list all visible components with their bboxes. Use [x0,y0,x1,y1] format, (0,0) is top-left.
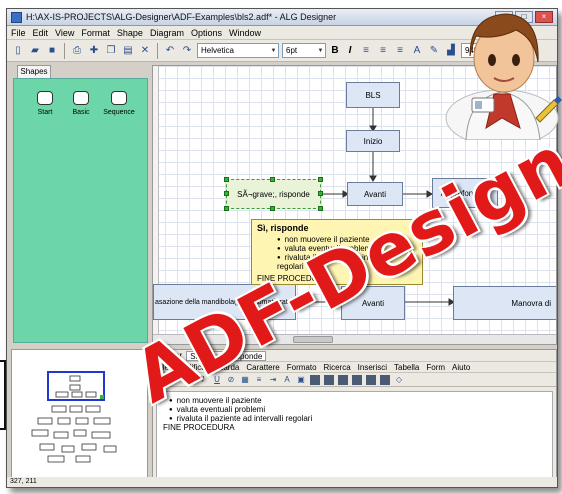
node-bls[interactable]: BLS [346,82,400,108]
editor-menu-tabella[interactable]: Tabella [394,363,419,372]
color-icon[interactable]: A [282,375,292,385]
editor-menu-ricerca[interactable]: Ricerca [324,363,351,372]
selection-handle[interactable] [224,206,229,211]
add-icon[interactable]: ✚ [87,44,101,58]
node-manovra[interactable]: Manovra di [453,286,556,320]
table-insert-icon[interactable] [310,374,320,385]
menu-shape[interactable]: Shape [117,28,143,38]
menu-options[interactable]: Options [191,28,222,38]
source-code-icon[interactable]: ◇ [394,375,404,385]
table-delete-icon[interactable] [380,374,390,385]
shapes-palette: Start Basic Sequence [13,78,148,343]
editor-menu-aiuto[interactable]: Aiuto [452,363,470,372]
menu-edit[interactable]: Edit [33,28,49,38]
align-center-icon[interactable]: ≡ [376,44,390,58]
shapes-tab[interactable]: Shapes [17,65,51,78]
menu-window[interactable]: Window [229,28,261,38]
table-row-icon[interactable] [324,374,334,385]
arrow-head [369,175,377,182]
selection-handle[interactable] [270,206,275,211]
selection-handle[interactable] [224,177,229,182]
shape-sequence[interactable]: Sequence [102,91,136,116]
status-bar: 327, 211 [7,477,557,487]
editor-content[interactable]: non muovere il paziente valuta eventuali… [156,391,553,479]
menu-view[interactable]: View [55,28,74,38]
align-icon[interactable]: ≡ [254,375,264,385]
paste-icon[interactable]: ▤ [121,44,135,58]
basic-shape-icon [73,91,89,105]
table-merge-icon[interactable] [352,374,362,385]
print-icon[interactable]: ⎙ [70,44,84,58]
selection-handle[interactable] [270,177,275,182]
image-icon[interactable]: ▣ [296,375,306,385]
delete-icon[interactable]: ✕ [138,44,152,58]
table-icon[interactable]: ▦ [240,375,250,385]
frame-mark [0,360,6,430]
italic-button[interactable]: I [344,45,356,56]
font-size-select[interactable]: 6pt ▼ [282,43,326,58]
new-file-icon[interactable]: ▯ [11,44,25,58]
window-title: H:\AX-IS-PROJECTS\ALG-Designer\ADF-Examp… [26,12,337,22]
font-select[interactable]: Helvetica ▼ [197,43,279,58]
node-inizio[interactable]: Inizio [346,130,400,152]
shape-start[interactable]: Start [28,91,62,116]
shape-basic[interactable]: Basic [64,91,98,116]
table-split-icon[interactable] [366,374,376,385]
selection-handle[interactable] [318,177,323,182]
selection-handle[interactable] [318,191,323,196]
sequence-shape-icon [111,91,127,105]
indent-icon[interactable]: ⇥ [268,375,278,385]
editor-menu-form[interactable]: Form [426,363,445,372]
app-icon [11,11,22,23]
redo-icon[interactable]: ↷ [180,44,194,58]
save-icon[interactable]: ■ [45,44,59,58]
open-folder-icon[interactable]: ▰ [28,44,42,58]
editor-menu-formato[interactable]: Formato [287,363,317,372]
align-left-icon[interactable]: ≡ [359,44,373,58]
menu-file[interactable]: File [11,28,26,38]
undo-icon[interactable]: ↶ [163,44,177,58]
editor-list-item: valuta eventuali problemi [169,405,546,414]
copy-icon[interactable]: ❐ [104,44,118,58]
text-color-icon[interactable]: A [410,44,424,58]
start-shape-icon [37,91,53,105]
menu-diagram[interactable]: Diagram [150,28,184,38]
editor-menu-inserisci[interactable]: Inserisci [358,363,387,372]
cursor-coordinates: 327, 211 [10,478,37,485]
align-right-icon[interactable]: ≡ [393,44,407,58]
editor-list-item: rivaluta il paziente ad intervalli regol… [169,414,546,423]
selection-handle[interactable] [224,191,229,196]
editor-list-item: non muovere il paziente [169,396,546,405]
overview-panel[interactable] [11,349,148,479]
editor-footer-text: FINE PROCEDURA [163,423,235,432]
bold-button[interactable]: B [329,45,341,56]
shapes-panel: Shapes Start Basic Sequence [11,65,148,345]
table-col-icon[interactable] [338,374,348,385]
menu-format[interactable]: Format [81,28,110,38]
diagram-overview [31,371,117,463]
node-sbigrave-selected[interactable]: SÃ¬grave;, risponde [226,179,321,209]
selection-handle[interactable] [318,206,323,211]
